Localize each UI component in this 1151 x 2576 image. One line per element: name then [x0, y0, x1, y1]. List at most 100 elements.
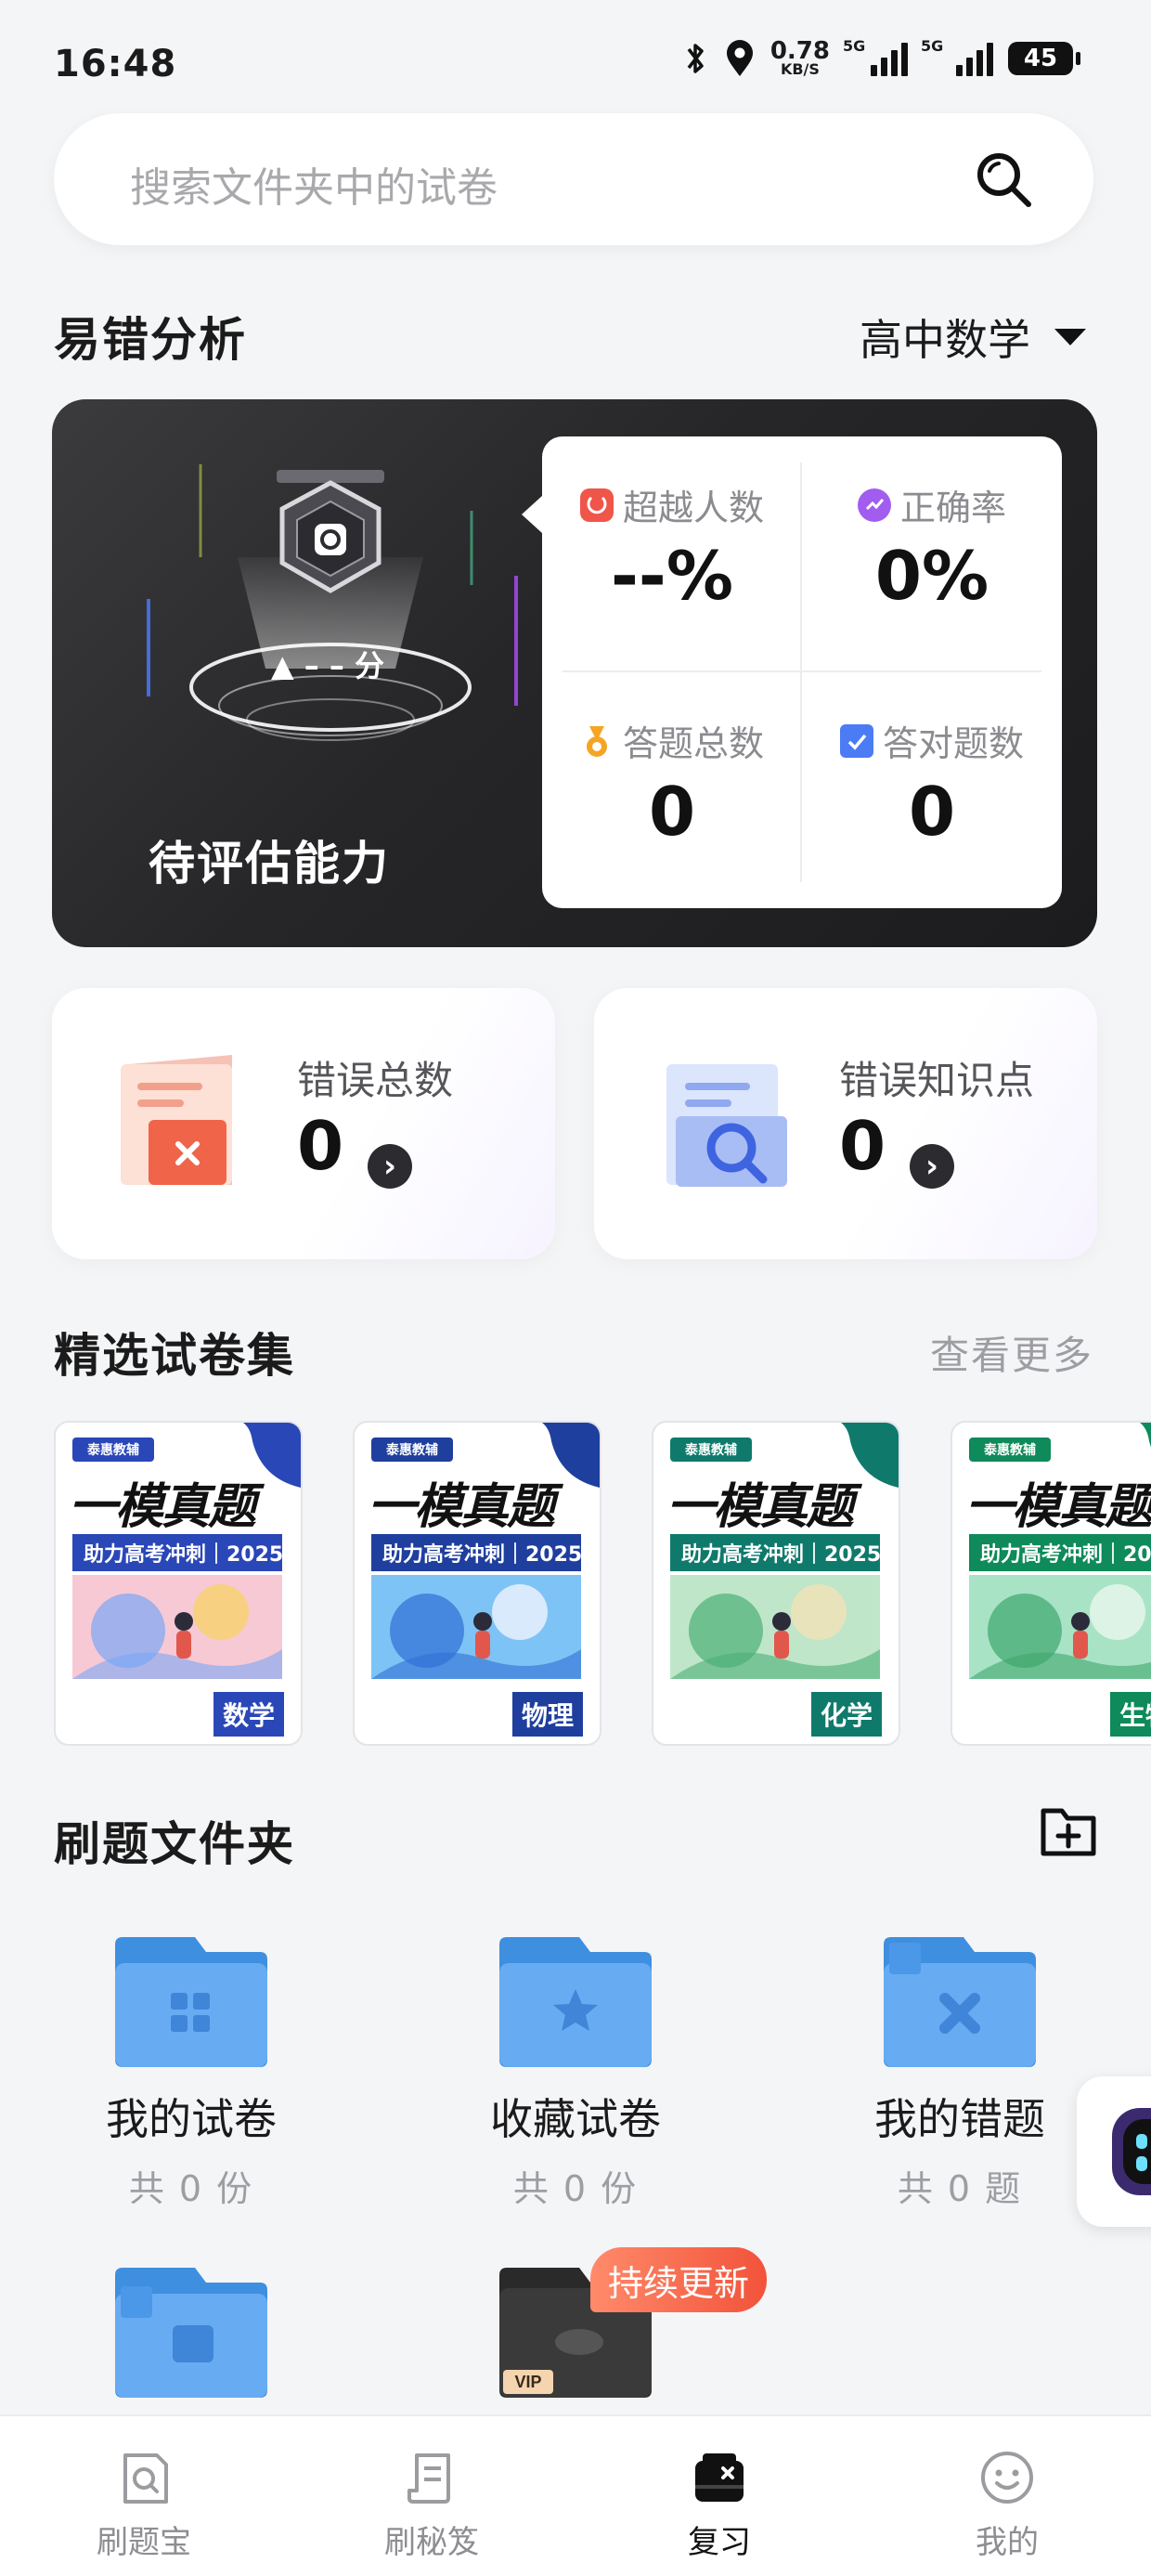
stat-label: 正确率 — [899, 488, 1006, 528]
tab-question-bank[interactable]: 刷题宝 — [0, 2416, 288, 2576]
paper-card[interactable]: 泰惠教辅一模真题 助力高考冲刺｜2025 化学 — [652, 1421, 900, 1746]
medal-icon — [580, 724, 614, 758]
rank-icon — [579, 488, 614, 522]
battery-icon: 45 — [1008, 42, 1080, 75]
tab-review[interactable]: 复习 — [576, 2416, 863, 2576]
location-icon — [726, 40, 753, 76]
paper-subject: 化学 — [810, 1692, 882, 1737]
accuracy-icon — [857, 488, 891, 522]
assistant-icon — [1112, 2108, 1151, 2195]
paper-band: 助力高考冲刺｜2025 — [72, 1534, 283, 1571]
paper-brand: 泰惠教辅 — [72, 1438, 154, 1462]
paper-card[interactable]: 泰惠教辅一模真题 助力高考冲刺｜2025 物理 — [353, 1421, 601, 1746]
stat-label: 超越人数 — [622, 488, 764, 528]
my-mistakes-folder-icon[interactable] — [884, 1937, 1036, 2067]
featured-title: 精选试卷集 — [54, 1329, 295, 1383]
stat-correct: 答对题数 0 — [802, 672, 1062, 908]
status-time: 16:48 — [54, 43, 177, 85]
signal-icon: 5G — [843, 37, 908, 76]
paper-heading: 一模真题 — [666, 1479, 854, 1535]
error-doc-icon — [121, 1055, 232, 1185]
net-speed: 0.78 KB/S — [769, 37, 830, 78]
paper-brand: 泰惠教辅 — [670, 1438, 752, 1462]
stat-accuracy: 正确率 0% — [802, 436, 1062, 672]
folders-title: 刷题文件夹 — [54, 1817, 295, 1871]
stat-value: 0% — [874, 537, 989, 615]
bottom-nav: 刷题宝 刷秘笈 复习 我的 — [0, 2414, 1151, 2576]
review-icon — [695, 2453, 744, 2502]
paper-brand: 泰惠教辅 — [969, 1438, 1051, 1462]
analysis-title: 易错分析 — [54, 313, 247, 367]
tab-label: 我的 — [976, 2524, 1039, 2561]
check-doc-icon — [839, 723, 873, 758]
question-bank-folder-icon[interactable] — [115, 2268, 267, 2398]
error-total-card[interactable]: 错误总数 0 › — [52, 988, 555, 1259]
tab-label: 刷秘笈 — [384, 2524, 479, 2561]
stat-label: 答题总数 — [622, 723, 764, 764]
tab-label: 刷题宝 — [97, 2524, 191, 2561]
search-icon[interactable] — [971, 147, 1036, 212]
folder-label[interactable]: 我的试卷 — [52, 2086, 330, 2147]
paper-brand: 泰惠教辅 — [371, 1438, 453, 1462]
search-input[interactable]: 搜索文件夹中的试卷 — [130, 154, 498, 214]
paper-subject: 生物 — [1109, 1692, 1151, 1737]
paper-heading: 一模真题 — [368, 1479, 555, 1535]
error-knowledge-card[interactable]: 错误知识点 0 › — [594, 988, 1097, 1259]
chevron-right-icon[interactable]: › — [910, 1144, 954, 1189]
folder-label[interactable]: 我的错题 — [821, 2086, 1099, 2147]
knowledge-search-icon — [666, 1064, 787, 1187]
search-bar[interactable]: 搜索文件夹中的试卷 — [54, 113, 1093, 245]
scroll-icon — [407, 2453, 450, 2504]
paper-band: 助力高考冲刺｜2025 — [670, 1534, 881, 1571]
floating-assistant-button[interactable] — [1077, 2076, 1151, 2227]
paper-illustration — [969, 1575, 1151, 1679]
chevron-right-icon[interactable]: › — [368, 1144, 412, 1189]
error-knowledge-title: 错误知识点 — [839, 1058, 1035, 1103]
paper-illustration — [371, 1575, 581, 1679]
folder-label[interactable]: 收藏试卷 — [436, 2086, 715, 2147]
tab-secrets[interactable]: 刷秘笈 — [288, 2416, 576, 2576]
favorites-folder-icon[interactable] — [499, 1937, 652, 2067]
paper-illustration — [670, 1575, 880, 1679]
paper-band: 助力高考冲刺｜2025 — [371, 1534, 582, 1571]
folder-count: 共 0 题 — [897, 2168, 1023, 2209]
vip-badge: VIP — [514, 2373, 541, 2391]
stat-value: --% — [611, 537, 733, 615]
ability-score: ▲ – – 分 — [271, 648, 385, 683]
stat-value: 0 — [908, 773, 956, 851]
update-tag: 持续更新 — [590, 2247, 767, 2312]
chevron-down-icon — [1054, 329, 1086, 345]
tab-me[interactable]: 我的 — [863, 2416, 1151, 2576]
stat-value: 0 — [648, 773, 696, 851]
error-total-title: 错误总数 — [297, 1058, 454, 1103]
folder-count: 共 0 份 — [128, 2168, 254, 2209]
paper-card[interactable]: 泰惠教辅一模真题助力高考冲刺｜2025 生物 — [951, 1421, 1151, 1746]
view-more-link[interactable]: 查看更多 — [930, 1324, 1093, 1381]
search-book-icon — [123, 2453, 168, 2504]
tab-label: 复习 — [688, 2524, 751, 2561]
status-icons: 0.78 KB/S 5G 5G 45 — [681, 37, 1080, 78]
subject-dropdown[interactable]: 高中数学 — [860, 306, 1086, 368]
paper-card[interactable]: 泰惠教辅一模真题 助力高考冲刺｜2025 数学 — [54, 1421, 303, 1746]
folder-count: 共 0 份 — [512, 2168, 639, 2209]
my-papers-folder-icon[interactable] — [115, 1937, 267, 2067]
subject-label: 高中数学 — [860, 315, 1030, 365]
paper-subject: 数学 — [213, 1692, 284, 1737]
paper-band: 助力高考冲刺｜2025 — [969, 1534, 1151, 1571]
error-total-count: 0 — [297, 1107, 344, 1185]
ability-label: 待评估能力 — [149, 837, 390, 891]
stat-total-answered: 答题总数 0 — [542, 672, 802, 908]
add-folder-icon[interactable] — [1038, 1800, 1099, 1861]
bluetooth-icon — [687, 44, 704, 73]
paper-illustration — [72, 1575, 282, 1679]
stat-label: 答对题数 — [882, 723, 1024, 764]
error-knowledge-count: 0 — [839, 1107, 886, 1185]
stat-surpass: 超越人数 --% — [542, 436, 802, 672]
smile-icon — [981, 2452, 1033, 2504]
ability-card[interactable]: ▲ – – 分 待评估能力 超越人数 --% 正确率 0% 答题总数 0 答对题… — [52, 399, 1097, 947]
stats-panel: 超越人数 --% 正确率 0% 答题总数 0 答对题数 0 — [522, 436, 1062, 908]
signal-icon-2: 5G — [921, 37, 993, 76]
paper-subject: 物理 — [511, 1692, 583, 1737]
paper-heading: 一模真题 — [69, 1479, 256, 1535]
paper-heading: 一模真题 — [965, 1479, 1151, 1535]
